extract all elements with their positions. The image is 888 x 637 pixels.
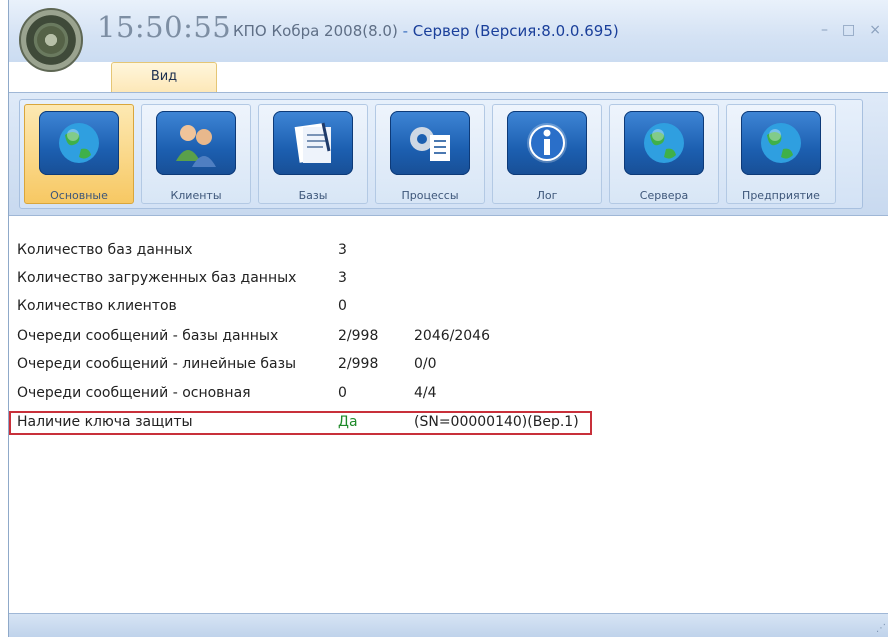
ribbon-group: Основные Клиенты Базы Процессы Лог Серве… [19,99,863,209]
stat-value: 3 [338,270,347,286]
stat-name: Очереди сообщений - базы данных [17,328,279,344]
window-controls: – □ × [807,22,881,38]
ribbon-button-clients[interactable]: Клиенты [141,104,251,204]
ribbon-button-enterprise[interactable]: Предприятие [726,104,836,204]
ribbon-button-label: Основные [50,189,108,202]
ribbon-button-processes[interactable]: Процессы [375,104,485,204]
ribbon-button-label: Клиенты [170,189,222,202]
stat-value: 0 [338,298,347,314]
stat-extra: 2046/2046 [414,328,490,344]
resize-grip-icon[interactable]: ⋰ [876,623,886,634]
highlight-frame [9,411,592,435]
users-icon [156,111,236,175]
stat-extra: 4/4 [414,385,437,401]
ribbon-button-label: Предприятие [742,189,820,202]
ribbon-button-log[interactable]: Лог [492,104,602,204]
tab-view[interactable]: Вид [111,62,217,92]
ribbon-button-servers[interactable]: Сервера [609,104,719,204]
stat-name: Очереди сообщений - линейные базы [17,356,297,372]
stat-value: 2/998 [338,328,379,344]
gear-list-icon [390,111,470,175]
info-icon [507,111,587,175]
stat-value: 3 [338,242,347,258]
title-separator: - [397,22,413,40]
clock-time: 15:50:55 [97,10,232,44]
stat-extra: 0/0 [414,356,437,372]
stat-name: Количество клиентов [17,298,177,314]
maximize-icon[interactable]: □ [842,22,855,38]
window-title: КПО Кобра 2008(8.0) - Сервер (Версия:8.0… [233,22,619,40]
ribbon-button-main[interactable]: Основные [24,104,134,204]
title-bar[interactable]: 15:50:55 КПО Кобра 2008(8.0) - Сервер (В… [9,0,888,72]
stat-name: Количество загруженных баз данных [17,270,297,286]
ribbon-button-label: Лог [536,189,558,202]
globe-icon [624,111,704,175]
logo-emblem [37,26,65,54]
status-bar: ⋰ [9,613,888,637]
close-icon[interactable]: × [869,22,881,38]
server-version: Сервер (Версия:8.0.0.695) [412,22,619,40]
app-name: КПО Кобра 2008(8.0) [233,22,398,40]
stat-value: 2/998 [338,356,379,372]
stat-name: Очереди сообщений - основная [17,385,251,401]
app-logo[interactable] [19,8,83,72]
ribbon: Основные Клиенты Базы Процессы Лог Серве… [9,92,888,216]
globe-icon [39,111,119,175]
stat-value: 0 [338,385,347,401]
app-window: 15:50:55 КПО Кобра 2008(8.0) - Сервер (В… [8,0,888,637]
documents-icon [273,111,353,175]
ribbon-button-label: Процессы [401,189,459,202]
stat-name: Количество баз данных [17,242,193,258]
minimize-icon[interactable]: – [821,22,828,38]
ribbon-button-bases[interactable]: Базы [258,104,368,204]
ribbon-button-label: Базы [298,189,328,202]
globe-icon [741,111,821,175]
ribbon-button-label: Сервера [639,189,689,202]
